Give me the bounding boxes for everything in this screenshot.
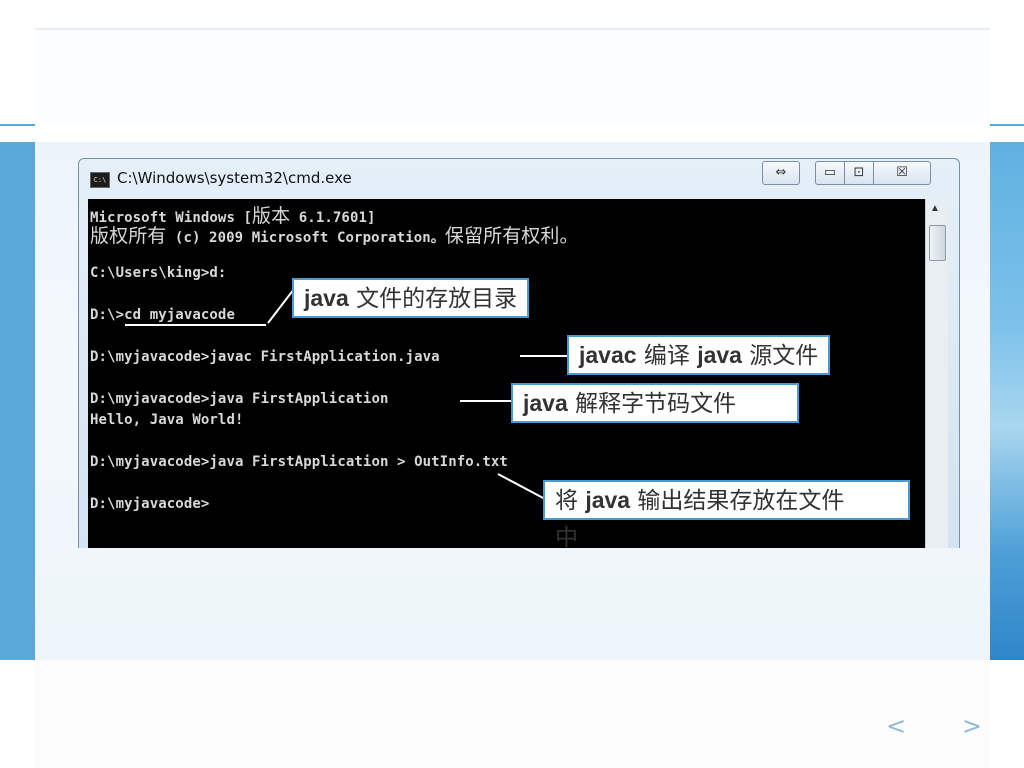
callout-javac-compile: javac 编译 java 源文件 [567, 335, 831, 375]
vertical-scrollbar[interactable]: ▲ [925, 199, 948, 548]
maximize-button[interactable]: ⊡ [844, 161, 874, 185]
close-button[interactable]: ☒ [873, 161, 931, 185]
console-line: D:\myjavacode>java FirstApplication [90, 391, 389, 407]
slide-title-area [35, 28, 990, 126]
window-titlebar[interactable]: C:\ C:\Windows\system32\cmd.exe ⇔ ▭ ⊡ ☒ [79, 159, 959, 197]
console-line: C:\Users\king>d: [90, 265, 227, 281]
header-rule-left [0, 124, 35, 126]
left-accent-strip [0, 142, 35, 660]
right-accent-strip [990, 142, 1024, 660]
console-line: D:\>cd myjavacode [90, 307, 235, 323]
callout-output-wrap-text: 中 [555, 525, 578, 551]
minimize-button[interactable]: ▭ [815, 161, 845, 185]
cmd-icon: C:\ [90, 172, 110, 188]
console-line: Hello, Java World! [90, 412, 244, 428]
window-title: C:\Windows\system32\cmd.exe [117, 169, 352, 187]
slide-footer [35, 660, 990, 768]
resize-button[interactable]: ⇔ [762, 161, 800, 185]
cd-command-underline [125, 324, 266, 326]
console-line: D:\myjavacode>javac FirstApplication.jav… [90, 349, 440, 365]
console-line-prompt: D:\myjavacode> [90, 496, 210, 512]
console-line-copyright: 版权所有 (c) 2009 Microsoft Corporation。保留所有… [90, 225, 579, 247]
scroll-up-icon[interactable]: ▲ [930, 203, 940, 214]
next-slide-button[interactable]: > [962, 712, 982, 740]
callout-output-redirect: 将 java 输出结果存放在文件 [543, 480, 910, 520]
previous-slide-button[interactable]: < [886, 712, 906, 740]
callout-source-directory: java 文件的存放目录 [292, 278, 530, 318]
callout-java-interpret: java 解释字节码文件 [511, 383, 799, 423]
console-line: D:\myjavacode>java FirstApplication > Ou… [90, 454, 508, 470]
scroll-thumb[interactable] [929, 225, 946, 261]
header-rule-right [990, 124, 1024, 126]
